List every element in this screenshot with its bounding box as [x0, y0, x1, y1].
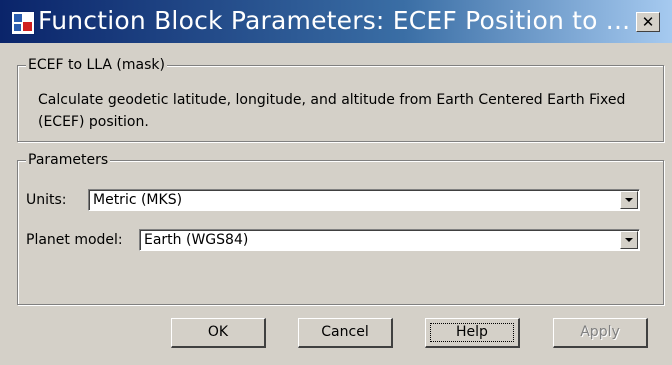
- apply-button-label: Apply: [580, 324, 620, 340]
- planet-model-dropdown-button[interactable]: [620, 231, 638, 249]
- title-bar[interactable]: Function Block Parameters: ECEF Position…: [0, 0, 672, 43]
- mask-description: Calculate geodetic latitude, longitude, …: [38, 92, 626, 130]
- chevron-down-icon: [625, 198, 633, 202]
- parameters-group-label: Parameters: [26, 151, 111, 169]
- chevron-down-icon: [625, 238, 633, 242]
- units-label: Units:: [26, 192, 67, 208]
- planet-model-label: Planet model:: [26, 232, 123, 248]
- window-title: Function Block Parameters: ECEF Position…: [38, 6, 631, 35]
- close-icon: ✕: [641, 13, 655, 31]
- units-selected-value: Metric (MKS): [93, 192, 183, 208]
- units-dropdown-button[interactable]: [620, 191, 638, 209]
- cancel-button-label: Cancel: [321, 324, 369, 340]
- apply-button[interactable]: Apply: [553, 318, 648, 348]
- cancel-button[interactable]: Cancel: [298, 318, 393, 348]
- units-dropdown[interactable]: Metric (MKS): [88, 189, 640, 211]
- planet-model-dropdown[interactable]: Earth (WGS84): [139, 229, 640, 251]
- mask-group-label: ECEF to LLA (mask): [26, 56, 167, 74]
- ok-button[interactable]: OK: [171, 318, 266, 348]
- planet-model-selected-value: Earth (WGS84): [144, 232, 249, 248]
- close-button[interactable]: ✕: [636, 12, 660, 32]
- mask-description-group: ECEF to LLA (mask) Calculate geodetic la…: [17, 56, 664, 142]
- simulink-block-icon: [11, 11, 35, 35]
- help-button-label: Help: [456, 324, 488, 340]
- help-button[interactable]: Help: [425, 318, 520, 348]
- ok-button-label: OK: [207, 324, 229, 340]
